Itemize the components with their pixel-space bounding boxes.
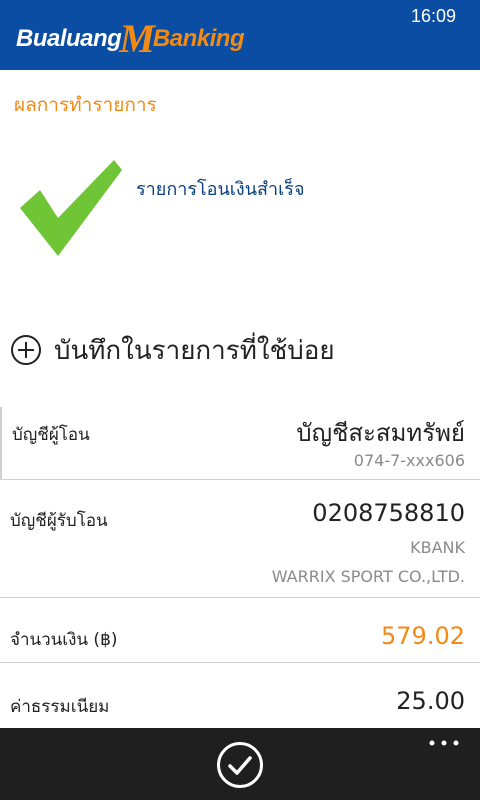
logo-text-right: Banking [152,25,245,52]
from-account-number: 074-7-xxx606 [353,451,465,470]
to-account-holder: WARRIX SPORT CO.,LTD. [271,567,465,586]
plus-circle-icon [11,335,41,365]
add-to-favorites-button[interactable]: บันทึกในรายการที่ใช้บ่อย [10,330,335,370]
to-account-number: 0208758810 [312,499,465,527]
fee-row: ค่าธรรมเนียม 25.00 [0,663,480,733]
fee-label: ค่าธรรมเนียม [10,697,110,717]
add-to-favorites-label: บันทึกในรายการที่ใช้บ่อย [54,335,335,366]
bualuang-mbanking-logo: Bualuang M Banking [16,16,245,61]
status-time: 16:09 [410,6,456,26]
amount-label: จำนวนเงิน (฿) [10,630,118,650]
amount-value: 579.02 [381,622,465,650]
ellipsis-icon[interactable] [428,738,460,748]
logo-text-left: Bualuang [16,25,122,52]
logo-m-mark: M [119,16,155,61]
app-bar [0,728,480,800]
app-header: Bualuang M Banking 16:09 [0,0,480,70]
amount-row: จำนวนเงิน (฿) 579.02 [0,598,480,663]
check-circle-icon[interactable] [216,741,264,789]
to-bank-name: KBANK [410,538,465,557]
success-message: รายการโอนเงินสำเร็จ [136,179,305,200]
to-account-row: บัญชีผู้รับโอน 0208758810 KBANK WARRIX S… [0,481,480,598]
to-account-label: บัญชีผู้รับโอน [10,511,108,531]
fee-value: 25.00 [396,687,465,715]
checkmark-icon [20,160,122,256]
section-title: ผลการทำรายการ [14,94,157,116]
from-account-row: บัญชีผู้โอน บัญชีสะสมทรัพย์ 074-7-xxx606 [0,407,480,480]
from-account-name: บัญชีสะสมทรัพย์ [296,419,465,447]
from-account-label: บัญชีผู้โอน [12,425,90,445]
